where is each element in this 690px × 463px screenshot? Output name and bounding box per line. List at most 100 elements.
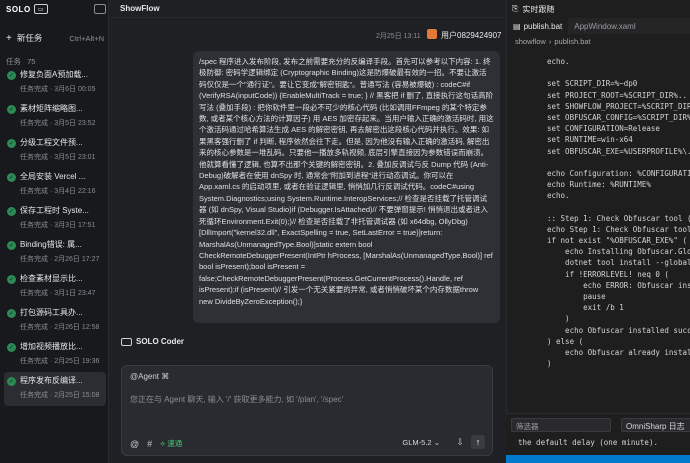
code-line: echo. [547,57,570,66]
agent-tag-label: @Agent [130,372,160,381]
auto-mode-label: 速通 [167,439,183,448]
code-line: if not exist "%OBFUSCAR_EXE%" ( [547,236,687,245]
tab-label: publish.bat [523,21,563,31]
code-line: set PROJECT_ROOT=%SCRIPT_DIR%.. [547,90,687,100]
task-item[interactable]: ✓ 增加视频播放比... 任务完成 · 2月25日 19:36 [4,338,106,372]
task-status: 任务完成 · 3月5日 23:52 [20,120,96,127]
task-title: 保存工程时 Syste... [20,206,89,215]
task-title: 打包源码工具办... [20,308,83,317]
model-selector[interactable]: GLM-5.2 ⌄ [402,438,440,447]
app-logo-icon: ▭ [33,4,48,14]
plus-icon: + [6,32,12,44]
code-line: ) [547,314,570,324]
check-icon: ✓ [7,105,16,114]
filter-input[interactable]: 筛选器 [511,418,611,432]
check-icon: ✓ [7,241,16,250]
code-line: echo Obfuscar already instal [547,347,690,357]
task-status: 任务完成 · 2月25日 15:08 [20,392,100,399]
code-line: :: Step 1: Check Obfuscar tool ( [547,213,690,223]
user-avatar [427,29,437,39]
tab-publish-bat[interactable]: ▤ publish.bat [507,18,569,34]
tab-label: AppWindow.xaml [574,21,636,31]
chevron-right-icon: › [548,36,552,46]
task-status: 任务完成 · 2月26日 12:58 [20,324,100,331]
task-item[interactable]: ✓ 素材矩阵缩略图... 任务完成 · 3月5日 23:52 [4,100,106,134]
task-title: Binding错误: 属... [20,240,82,249]
file-icon: ▤ [513,21,521,31]
user-message-bubble: /spec 程序进入发布阶段, 发布之前需要充分的反编译手段。首先可以参考以下内… [193,51,500,323]
task-item[interactable]: ✓ 检查素材显示比... 任务完成 · 3月1日 23:47 [4,270,106,304]
output-channel-select[interactable]: OmniSharp 日志 [621,418,690,432]
new-task-label: 新任务 [16,33,43,43]
assistant-header: SOLO Coder [121,337,184,346]
check-icon: ✓ [7,377,16,386]
check-icon: ✓ [7,275,16,284]
assistant-name: SOLO Coder [136,337,185,346]
model-label: GLM-5.2 [402,438,432,447]
task-title: 全局安装 Vercel ... [20,172,86,181]
message-composer[interactable]: @Agent ⌘ 您正在与 Agent 聊天, 输入 '/' 获取更多能力, 如… [121,365,493,456]
hash-icon[interactable]: # [147,439,152,449]
code-line: ) [547,359,552,369]
code-line: set SCRIPT_DIR=%~dp0 [547,79,638,89]
check-icon: ✓ [7,71,16,80]
code-editor[interactable]: echo. set SCRIPT_DIR=%~dp0 set PROJECT_ROO… [506,56,690,369]
composer-input[interactable]: 您正在与 Agent 聊天, 输入 '/' 获取更多能力, 如 '/plan',… [130,394,343,405]
task-list: ✓ 修复负面A预加载... 任务完成 · 3月6日 00:05 ✓ 素材矩阵缩略图..… [4,66,106,406]
task-item-active[interactable]: ✓ 程序发布反编译... 任务完成 · 2月25日 15:08 [4,372,106,406]
agent-mention-tag[interactable]: @Agent ⌘ [130,372,169,381]
task-title: 素材矩阵缩略图... [20,104,83,113]
task-status: 任务完成 · 3月6日 00:05 [20,86,96,93]
task-status: 任务完成 · 3月1日 23:47 [20,290,96,297]
right-panel-title: 实时跟随 [522,4,555,14]
breadcrumb-item[interactable]: showflow [515,37,546,46]
task-title: 修复负面A预加载... [20,70,89,79]
tasks-header-label: 任务 [6,57,21,66]
code-line: pause [547,291,606,301]
code-line: exit /b 1 [547,303,624,313]
task-status: 任务完成 · 3月5日 23:01 [20,154,96,161]
attach-icon[interactable]: ⇩ [456,437,464,448]
check-icon: ✓ [7,207,16,216]
task-item[interactable]: ✓ 保存工程时 Syste... 任务完成 · 3月3日 17:51 [4,202,106,236]
right-panel-header: ⎘ 实时跟随 [507,0,690,18]
brand: SOLO ▭ [6,4,48,14]
chevron-down-icon: ⌄ [433,438,440,447]
follow-icon: ⎘ [512,4,519,13]
code-line: set RUNTIME=win-x64 [547,135,633,145]
task-status: 任务完成 · 3月4日 22:16 [20,188,96,195]
task-title: 增加视频播放比... [20,342,83,351]
check-icon: ✓ [7,173,16,182]
code-line: set OBFUSCAR_EXE=%USERPROFILE%\. [547,146,690,156]
task-item[interactable]: ✓ 全局安装 Vercel ... 任务完成 · 3月4日 22:16 [4,168,106,202]
check-icon: ✓ [7,139,16,148]
app-name: SOLO [6,4,31,14]
task-item[interactable]: ✓ Binding错误: 属... 任务完成 · 2月26日 17:27 [4,236,106,270]
tab-appwindow-xaml[interactable]: AppWindow.xaml [568,18,641,34]
breadcrumb-item[interactable]: publish.bat [554,37,590,46]
project-title: ShowFlow [120,4,160,13]
task-item[interactable]: ✓ 分级工程文件预... 任务完成 · 3月5日 23:01 [4,134,106,168]
message-timestamp: 2月25日 13:11 [376,33,421,40]
sidebar-toggle-icon[interactable] [94,4,106,14]
main-topbar: ShowFlow [110,0,505,18]
task-status: 任务完成 · 2月25日 19:36 [20,358,100,365]
code-line: echo ERROR: Obfuscar ins [547,280,690,290]
user-name: 用户0829424907 [441,31,502,40]
new-task-button[interactable]: + 新任务 Ctrl+Alt+N [6,32,104,44]
task-title: 检查素材显示比... [20,274,83,283]
task-item[interactable]: ✓ 修复负面A预加载... 任务完成 · 3月6日 00:05 [4,66,106,100]
send-button[interactable]: ↑ [471,435,485,449]
assistant-logo-icon [121,337,132,346]
task-title: 分级工程文件预... [20,138,83,147]
task-title: 程序发布反编译... [20,376,83,385]
task-item[interactable]: ✓ 打包源码工具办... 任务完成 · 2月26日 12:58 [4,304,106,338]
mention-icon[interactable]: @ [130,439,139,449]
composer-toolbar: @ # ⟡ 速通 [130,438,182,449]
tasks-count: 75 [27,57,36,66]
agent-tag-icon: ⌘ [161,372,170,381]
auto-mode-toggle[interactable]: ⟡ 速通 [160,438,182,449]
